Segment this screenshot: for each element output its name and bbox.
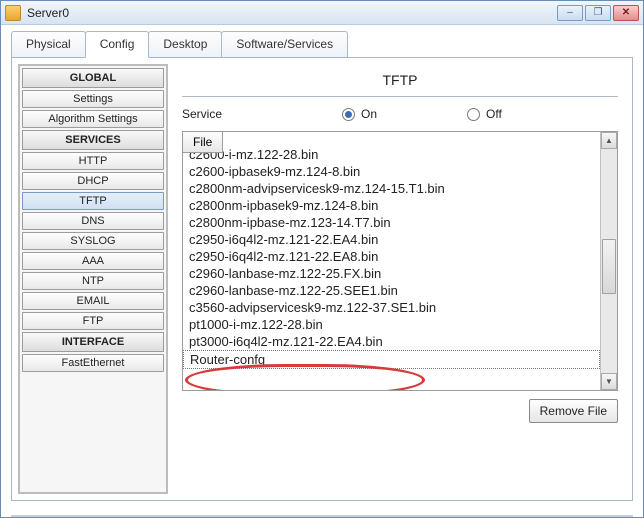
tab-desktop[interactable]: Desktop — [148, 31, 222, 57]
tab-bar: PhysicalConfigDesktopSoftware/Services — [1, 25, 643, 57]
titlebar: Server0 – ❐ ✕ — [1, 1, 643, 25]
remove-file-button[interactable]: Remove File — [529, 399, 618, 423]
sidebar-header-global: GLOBAL — [22, 68, 164, 88]
button-row: Remove File — [182, 399, 618, 423]
footer-divider — [11, 515, 633, 517]
service-row: Service On Off — [182, 107, 618, 121]
close-button[interactable]: ✕ — [613, 5, 639, 21]
sidebar-item-aaa[interactable]: AAA — [22, 252, 164, 270]
radio-off-indicator — [467, 108, 480, 121]
minimize-button[interactable]: – — [557, 5, 583, 21]
sidebar-header-interface: INTERFACE — [22, 332, 164, 352]
file-item[interactable]: Router-confg — [183, 350, 600, 369]
file-item[interactable]: c2600-i-mz.122-28.bin — [183, 146, 600, 163]
service-radio-group: On Off — [342, 107, 618, 121]
radio-off-label: Off — [486, 107, 502, 121]
service-label: Service — [182, 107, 342, 121]
file-item[interactable]: c2600-ipbasek9-mz.124-8.bin — [183, 163, 600, 180]
app-window: Server0 – ❐ ✕ PhysicalConfigDesktopSoftw… — [0, 0, 644, 518]
sidebar-item-tftp[interactable]: TFTP — [22, 192, 164, 210]
file-item[interactable]: c3560-advipservicesk9-mz.122-37.SE1.bin — [183, 299, 600, 316]
window-title: Server0 — [27, 6, 557, 20]
radio-on-indicator — [342, 108, 355, 121]
main-content: TFTP Service On Off File — [174, 64, 626, 494]
tab-physical[interactable]: Physical — [11, 31, 86, 57]
file-list[interactable]: c2600-i-mz.122-28.binc2600-ipbasek9-mz.1… — [183, 132, 600, 390]
divider — [182, 96, 618, 97]
tab-config[interactable]: Config — [85, 31, 150, 58]
sidebar-item-dns[interactable]: DNS — [22, 212, 164, 230]
sidebar-item-ftp[interactable]: FTP — [22, 312, 164, 330]
sidebar-item-settings[interactable]: Settings — [22, 90, 164, 108]
file-item[interactable]: c2800nm-ipbase-mz.123-14.T7.bin — [183, 214, 600, 231]
config-panel: GLOBAL Settings Algorithm Settings SERVICES… — [11, 57, 633, 501]
sidebar-item-syslog[interactable]: SYSLOG — [22, 232, 164, 250]
scroll-down-button[interactable]: ▼ — [601, 373, 617, 390]
file-item[interactable]: pt3000-i6q4l2-mz.121-22.EA4.bin — [183, 333, 600, 350]
file-item[interactable]: c2950-i6q4l2-mz.121-22.EA8.bin — [183, 248, 600, 265]
file-item[interactable]: pt1000-i-mz.122-28.bin — [183, 316, 600, 333]
file-item[interactable]: c2960-lanbase-mz.122-25.SEE1.bin — [183, 282, 600, 299]
sidebar-header-services: SERVICES — [22, 130, 164, 150]
scroll-track[interactable] — [601, 149, 617, 373]
file-item[interactable]: c2800nm-ipbasek9-mz.124-8.bin — [183, 197, 600, 214]
file-item[interactable]: c2950-i6q4l2-mz.121-22.EA4.bin — [183, 231, 600, 248]
sidebar-item-dhcp[interactable]: DHCP — [22, 172, 164, 190]
sidebar-item-email[interactable]: EMAIL — [22, 292, 164, 310]
sidebar-item-fastethernet[interactable]: FastEthernet — [22, 354, 164, 372]
vertical-scrollbar[interactable]: ▲ ▼ — [600, 132, 617, 390]
file-item[interactable]: c2800nm-advipservicesk9-mz.124-15.T1.bin — [183, 180, 600, 197]
file-listbox: File c2600-i-mz.122-28.binc2600-ipbasek9… — [182, 131, 618, 391]
page-title: TFTP — [182, 68, 618, 96]
file-item[interactable]: c2960-lanbase-mz.122-25.FX.bin — [183, 265, 600, 282]
app-icon — [5, 5, 21, 21]
scroll-thumb[interactable] — [602, 239, 616, 294]
sidebar-item-ntp[interactable]: NTP — [22, 272, 164, 290]
sidebar: GLOBAL Settings Algorithm Settings SERVICES… — [18, 64, 168, 494]
window-controls: – ❐ ✕ — [557, 5, 639, 21]
radio-off[interactable]: Off — [467, 107, 502, 121]
radio-on[interactable]: On — [342, 107, 377, 121]
maximize-button[interactable]: ❐ — [585, 5, 611, 21]
sidebar-item-algorithm-settings[interactable]: Algorithm Settings — [22, 110, 164, 128]
tab-software-services[interactable]: Software/Services — [221, 31, 348, 57]
file-column-header[interactable]: File — [182, 131, 223, 153]
radio-on-label: On — [361, 107, 377, 121]
scroll-up-button[interactable]: ▲ — [601, 132, 617, 149]
sidebar-item-http[interactable]: HTTP — [22, 152, 164, 170]
